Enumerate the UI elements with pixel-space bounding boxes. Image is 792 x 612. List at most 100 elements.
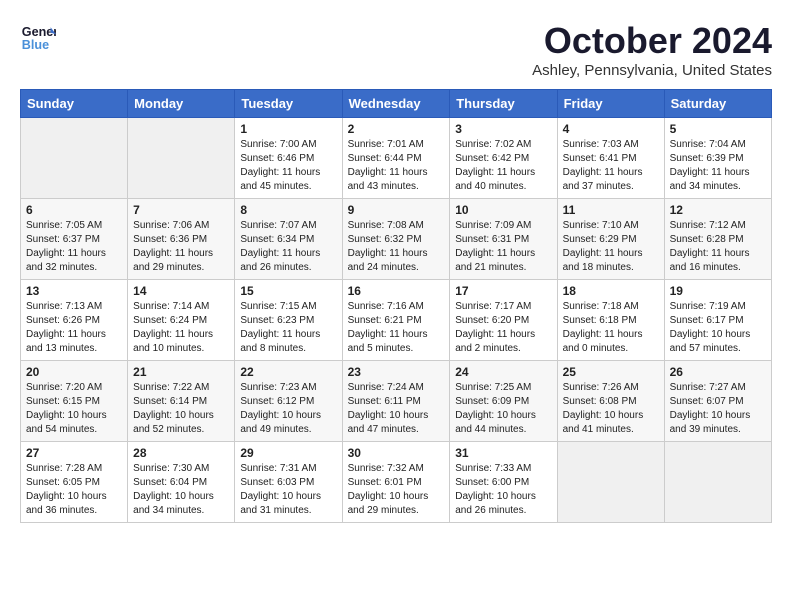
day-info: Sunrise: 7:04 AM Sunset: 6:39 PM Dayligh… (670, 138, 766, 194)
day-info: Sunrise: 7:18 AM Sunset: 6:18 PM Dayligh… (563, 300, 659, 356)
calendar-cell: 21 Sunrise: 7:22 AM Sunset: 6:14 PM Dayli… (128, 361, 235, 442)
day-number: 14 (133, 284, 229, 298)
calendar-cell: 12 Sunrise: 7:12 AM Sunset: 6:28 PM Dayli… (664, 199, 771, 280)
day-number: 12 (670, 203, 766, 217)
calendar-cell (557, 442, 664, 523)
calendar-cell: 25 Sunrise: 7:26 AM Sunset: 6:08 PM Dayli… (557, 361, 664, 442)
day-info: Sunrise: 7:27 AM Sunset: 6:07 PM Dayligh… (670, 381, 766, 437)
weekday-header-thursday: Thursday (450, 90, 557, 118)
day-info: Sunrise: 7:16 AM Sunset: 6:21 PM Dayligh… (348, 300, 445, 356)
day-info: Sunrise: 7:30 AM Sunset: 6:04 PM Dayligh… (133, 462, 229, 518)
day-number: 13 (26, 284, 122, 298)
calendar-cell: 3Sunrise: 7:02 AM Sunset: 6:42 PM Daylig… (450, 118, 557, 199)
svg-text:Blue: Blue (22, 38, 49, 52)
calendar-cell: 22 Sunrise: 7:23 AM Sunset: 6:12 PM Dayli… (235, 361, 342, 442)
calendar-cell: 18 Sunrise: 7:18 AM Sunset: 6:18 PM Dayli… (557, 280, 664, 361)
day-info: Sunrise: 7:25 AM Sunset: 6:09 PM Dayligh… (455, 381, 551, 437)
calendar-cell: 16 Sunrise: 7:16 AM Sunset: 6:21 PM Dayli… (342, 280, 450, 361)
calendar-table: SundayMondayTuesdayWednesdayThursdayFrid… (20, 89, 772, 523)
day-info: Sunrise: 7:06 AM Sunset: 6:36 PM Dayligh… (133, 219, 229, 275)
day-number: 10 (455, 203, 551, 217)
day-number: 31 (455, 446, 551, 460)
day-number: 15 (240, 284, 336, 298)
day-number: 24 (455, 365, 551, 379)
day-info: Sunrise: 7:12 AM Sunset: 6:28 PM Dayligh… (670, 219, 766, 275)
calendar-cell (664, 442, 771, 523)
day-info: Sunrise: 7:14 AM Sunset: 6:24 PM Dayligh… (133, 300, 229, 356)
calendar-cell: 27 Sunrise: 7:28 AM Sunset: 6:05 PM Dayli… (21, 442, 128, 523)
calendar-cell: 29Sunrise: 7:31 AM Sunset: 6:03 PM Dayli… (235, 442, 342, 523)
day-number: 2 (348, 122, 445, 136)
calendar-cell: 19 Sunrise: 7:19 AM Sunset: 6:17 PM Dayli… (664, 280, 771, 361)
day-number: 22 (240, 365, 336, 379)
calendar-cell: 9Sunrise: 7:08 AM Sunset: 6:32 PM Daylig… (342, 199, 450, 280)
calendar-cell: 13 Sunrise: 7:13 AM Sunset: 6:26 PM Dayli… (21, 280, 128, 361)
calendar-cell: 4 Sunrise: 7:03 AM Sunset: 6:41 PM Daylig… (557, 118, 664, 199)
day-number: 7 (133, 203, 229, 217)
day-info: Sunrise: 7:02 AM Sunset: 6:42 PM Dayligh… (455, 138, 551, 194)
calendar-cell: 6Sunrise: 7:05 AM Sunset: 6:37 PM Daylig… (21, 199, 128, 280)
day-number: 29 (240, 446, 336, 460)
day-info: Sunrise: 7:13 AM Sunset: 6:26 PM Dayligh… (26, 300, 122, 356)
weekday-header-saturday: Saturday (664, 90, 771, 118)
day-info: Sunrise: 7:23 AM Sunset: 6:12 PM Dayligh… (240, 381, 336, 437)
day-number: 20 (26, 365, 122, 379)
day-number: 25 (563, 365, 659, 379)
calendar-cell: 23 Sunrise: 7:24 AM Sunset: 6:11 PM Dayli… (342, 361, 450, 442)
day-info: Sunrise: 7:07 AM Sunset: 6:34 PM Dayligh… (240, 219, 336, 275)
calendar-cell: 11 Sunrise: 7:10 AM Sunset: 6:29 PM Dayli… (557, 199, 664, 280)
day-number: 30 (348, 446, 445, 460)
day-info: Sunrise: 7:08 AM Sunset: 6:32 PM Dayligh… (348, 219, 445, 275)
day-info: Sunrise: 7:32 AM Sunset: 6:01 PM Dayligh… (348, 462, 445, 518)
day-info: Sunrise: 7:33 AM Sunset: 6:00 PM Dayligh… (455, 462, 551, 518)
day-info: Sunrise: 7:09 AM Sunset: 6:31 PM Dayligh… (455, 219, 551, 275)
day-number: 27 (26, 446, 122, 460)
calendar-cell: 17 Sunrise: 7:17 AM Sunset: 6:20 PM Dayli… (450, 280, 557, 361)
day-number: 26 (670, 365, 766, 379)
day-info: Sunrise: 7:17 AM Sunset: 6:20 PM Dayligh… (455, 300, 551, 356)
title-block: October 2024 Ashley, Pennsylvania, Unite… (532, 20, 772, 79)
day-number: 19 (670, 284, 766, 298)
logo: General Blue (20, 20, 56, 56)
month-title: October 2024 (532, 20, 772, 62)
calendar-cell: 10 Sunrise: 7:09 AM Sunset: 6:31 PM Dayli… (450, 199, 557, 280)
weekday-header-tuesday: Tuesday (235, 90, 342, 118)
day-info: Sunrise: 7:03 AM Sunset: 6:41 PM Dayligh… (563, 138, 659, 194)
day-number: 23 (348, 365, 445, 379)
day-number: 17 (455, 284, 551, 298)
calendar-cell: 5 Sunrise: 7:04 AM Sunset: 6:39 PM Daylig… (664, 118, 771, 199)
calendar-cell: 26 Sunrise: 7:27 AM Sunset: 6:07 PM Dayli… (664, 361, 771, 442)
calendar-cell (128, 118, 235, 199)
day-info: Sunrise: 7:20 AM Sunset: 6:15 PM Dayligh… (26, 381, 122, 437)
calendar-cell (21, 118, 128, 199)
day-number: 5 (670, 122, 766, 136)
day-number: 8 (240, 203, 336, 217)
calendar-cell: 31 Sunrise: 7:33 AM Sunset: 6:00 PM Dayli… (450, 442, 557, 523)
day-info: Sunrise: 7:22 AM Sunset: 6:14 PM Dayligh… (133, 381, 229, 437)
day-info: Sunrise: 7:10 AM Sunset: 6:29 PM Dayligh… (563, 219, 659, 275)
calendar-cell: 1Sunrise: 7:00 AM Sunset: 6:46 PM Daylig… (235, 118, 342, 199)
day-info: Sunrise: 7:24 AM Sunset: 6:11 PM Dayligh… (348, 381, 445, 437)
day-info: Sunrise: 7:19 AM Sunset: 6:17 PM Dayligh… (670, 300, 766, 356)
day-info: Sunrise: 7:15 AM Sunset: 6:23 PM Dayligh… (240, 300, 336, 356)
day-number: 4 (563, 122, 659, 136)
day-number: 6 (26, 203, 122, 217)
location: Ashley, Pennsylvania, United States (532, 62, 772, 79)
day-number: 28 (133, 446, 229, 460)
day-info: Sunrise: 7:28 AM Sunset: 6:05 PM Dayligh… (26, 462, 122, 518)
calendar-cell: 30 Sunrise: 7:32 AM Sunset: 6:01 PM Dayli… (342, 442, 450, 523)
day-number: 16 (348, 284, 445, 298)
day-info: Sunrise: 7:00 AM Sunset: 6:46 PM Dayligh… (240, 138, 336, 194)
day-number: 18 (563, 284, 659, 298)
calendar-cell: 2Sunrise: 7:01 AM Sunset: 6:44 PM Daylig… (342, 118, 450, 199)
weekday-header-monday: Monday (128, 90, 235, 118)
day-info: Sunrise: 7:26 AM Sunset: 6:08 PM Dayligh… (563, 381, 659, 437)
day-number: 21 (133, 365, 229, 379)
calendar-cell: 8 Sunrise: 7:07 AM Sunset: 6:34 PM Daylig… (235, 199, 342, 280)
calendar-cell: 14 Sunrise: 7:14 AM Sunset: 6:24 PM Dayli… (128, 280, 235, 361)
day-number: 11 (563, 203, 659, 217)
page-header: General Blue October 2024 Ashley, Pennsy… (20, 20, 772, 79)
weekday-header-wednesday: Wednesday (342, 90, 450, 118)
calendar-cell: 24 Sunrise: 7:25 AM Sunset: 6:09 PM Dayli… (450, 361, 557, 442)
weekday-header-friday: Friday (557, 90, 664, 118)
